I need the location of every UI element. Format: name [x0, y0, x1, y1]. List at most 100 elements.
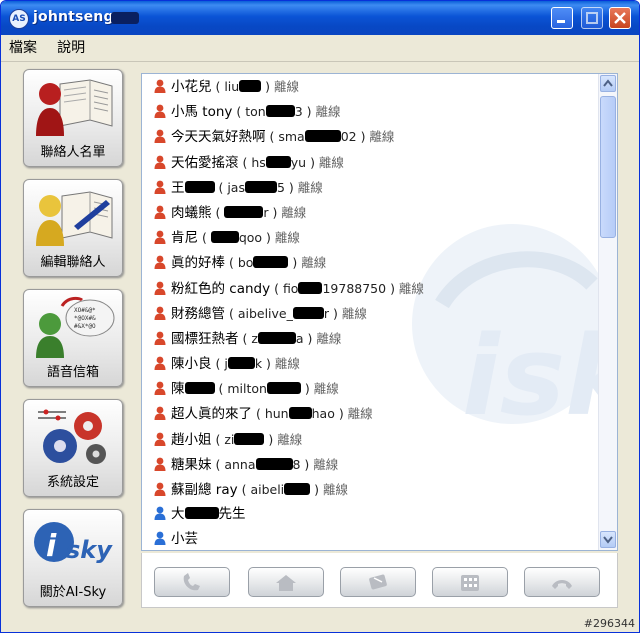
contact-account: hs	[251, 154, 266, 170]
svg-text:sky: sky	[66, 536, 113, 564]
contact-account-end: yu	[290, 154, 307, 170]
offline-user-icon	[154, 180, 166, 194]
contact-account: z	[251, 330, 258, 346]
contact-row[interactable]: 肉蟻熊 ( r ) 離線	[142, 200, 597, 225]
contact-account-end: 3	[294, 104, 303, 120]
contact-status: 離線	[274, 230, 300, 246]
edit-contact-icon	[36, 191, 113, 246]
scroll-down-button[interactable]	[600, 531, 616, 548]
contact-row[interactable]: 肯尼 ( qoo ) 離線	[142, 225, 597, 250]
contact-row[interactable]: 超人眞的來了 ( hun hao ) 離線	[142, 401, 597, 426]
close-button[interactable]	[609, 7, 631, 29]
svg-text:XO#&@*: XO#&@*	[74, 307, 96, 314]
menu-file[interactable]: 檔案	[1, 35, 44, 61]
redacted-text	[227, 357, 255, 370]
redacted-text	[265, 105, 295, 118]
minimize-button[interactable]	[551, 7, 573, 29]
redacted-text	[292, 306, 324, 319]
contact-status: 離線	[315, 104, 341, 120]
paren-open: (	[238, 330, 252, 346]
contact-row[interactable]: 今天天氣好熱啊 ( sma 02 ) 離線	[142, 124, 597, 149]
paren-close: )	[334, 406, 348, 422]
vertical-scrollbar[interactable]	[598, 74, 617, 550]
contact-row[interactable]: 糖果妹 ( anna 8 ) 離線	[142, 452, 597, 477]
offline-user-icon	[154, 407, 166, 421]
title-bar[interactable]: AS johntseng	[1, 1, 639, 35]
offline-user-icon	[154, 356, 166, 371]
offline-user-icon	[154, 155, 166, 169]
contact-row[interactable]: 國標狂熱者 ( z a ) 離線	[142, 326, 597, 351]
menu-help[interactable]: 說明	[49, 35, 92, 61]
contact-row[interactable]: 眞的好棒 ( bo ) 離線	[142, 250, 597, 275]
contact-name: 粉紅色的 candy	[171, 280, 271, 297]
paren-close: )	[310, 482, 323, 497]
contact-account: ton	[245, 104, 266, 120]
contact-row[interactable]: 大 先生	[142, 502, 597, 527]
hangup-button[interactable]	[524, 567, 600, 597]
maximize-button[interactable]	[581, 7, 603, 29]
contact-name: 糖果妹	[171, 456, 212, 473]
home-button[interactable]	[248, 567, 324, 597]
contact-row[interactable]: 天佑愛搖滾 ( hs yu ) 離線	[142, 150, 597, 175]
contact-name: 小馬 tony	[171, 104, 233, 121]
svg-text:#&X*@O: #&X*@O	[74, 323, 96, 330]
contact-account-end: hao	[311, 406, 335, 422]
app-icon: AS	[9, 9, 29, 29]
sidebar-item-label: 語音信箱	[46, 365, 99, 380]
contact-status: 離線	[277, 431, 303, 447]
paren-close: )	[329, 305, 342, 321]
keypad-button[interactable]	[432, 567, 508, 597]
contact-row[interactable]: 小馬 tony ( ton 3 ) 離線	[142, 99, 597, 124]
contact-account: milton	[227, 381, 267, 397]
sidebar-item-voicemail[interactable]: XO#&@* *@OX#& #&X*@O 語音信箱	[23, 289, 123, 387]
paren-open: (	[252, 406, 265, 422]
offline-user-icon	[154, 281, 166, 295]
offline-user-icon	[154, 255, 166, 270]
paren-open: (	[198, 230, 211, 246]
contact-status: 離線	[347, 406, 373, 422]
sidebar-item-contacts[interactable]: 聯絡人名單	[23, 69, 123, 167]
offline-user-icon	[154, 432, 166, 446]
contact-row[interactable]: 小芸	[142, 527, 597, 550]
redacted-text	[265, 155, 291, 168]
scroll-up-button[interactable]	[600, 75, 616, 92]
menu-bar: 檔案 說明	[1, 35, 639, 62]
redacted-text	[244, 180, 277, 193]
redacted-text	[266, 382, 301, 395]
offline-user-icon	[154, 79, 166, 93]
scrollbar-thumb[interactable]	[600, 96, 616, 238]
contact-row[interactable]: 財務總管 ( aibelive_ r ) 離線	[142, 301, 597, 326]
redacted-text	[284, 483, 311, 495]
contact-account-end: 19788750	[322, 280, 387, 296]
contact-status: 離線	[318, 154, 344, 170]
redacted-text	[304, 130, 341, 143]
contact-name: 小花兒	[171, 79, 212, 95]
contact-name: 肯尼	[171, 230, 198, 247]
contact-account: liu	[224, 79, 240, 94]
contact-name: 蘇副總 ray	[171, 482, 238, 498]
paren-close: )	[300, 456, 314, 472]
close-icon	[614, 12, 626, 24]
contact-row[interactable]: 粉紅色的 candy ( fio 19788750 ) 離線	[142, 276, 597, 301]
sms-button[interactable]	[340, 567, 416, 597]
contact-row[interactable]: 趙小姐 ( zi ) 離線	[142, 427, 597, 452]
redacted-text	[257, 331, 296, 344]
contact-account: fio	[282, 280, 299, 296]
contact-status: 離線	[274, 356, 300, 372]
offline-user-icon	[154, 306, 166, 320]
contact-row[interactable]: 蘇副總 ray ( aibeli ) 離線	[142, 477, 597, 502]
contact-status: 離線	[341, 305, 367, 321]
contact-row[interactable]: 王 ( jas 5 ) 離線	[142, 175, 597, 200]
paren-open: (	[214, 179, 228, 195]
sidebar-item-about[interactable]: i sky 關於AI-Sky	[23, 509, 123, 607]
sidebar-item-edit-contact[interactable]: 編輯聯絡人	[23, 179, 123, 277]
sidebar-item-settings[interactable]: 系統設定	[23, 399, 123, 497]
paren-close: )	[300, 381, 314, 397]
call-button[interactable]	[154, 567, 230, 597]
contact-name: 今天天氣好熱啊	[171, 129, 266, 146]
contact-row[interactable]: 陳小良 ( jk ) 離線	[142, 351, 597, 376]
contact-row[interactable]: 陳 ( milton ) 離線	[142, 376, 597, 401]
contact-row[interactable]: 小花兒 ( liu ) 離線	[142, 74, 597, 99]
contact-status: 離線	[274, 79, 300, 94]
offline-user-icon	[154, 331, 166, 345]
